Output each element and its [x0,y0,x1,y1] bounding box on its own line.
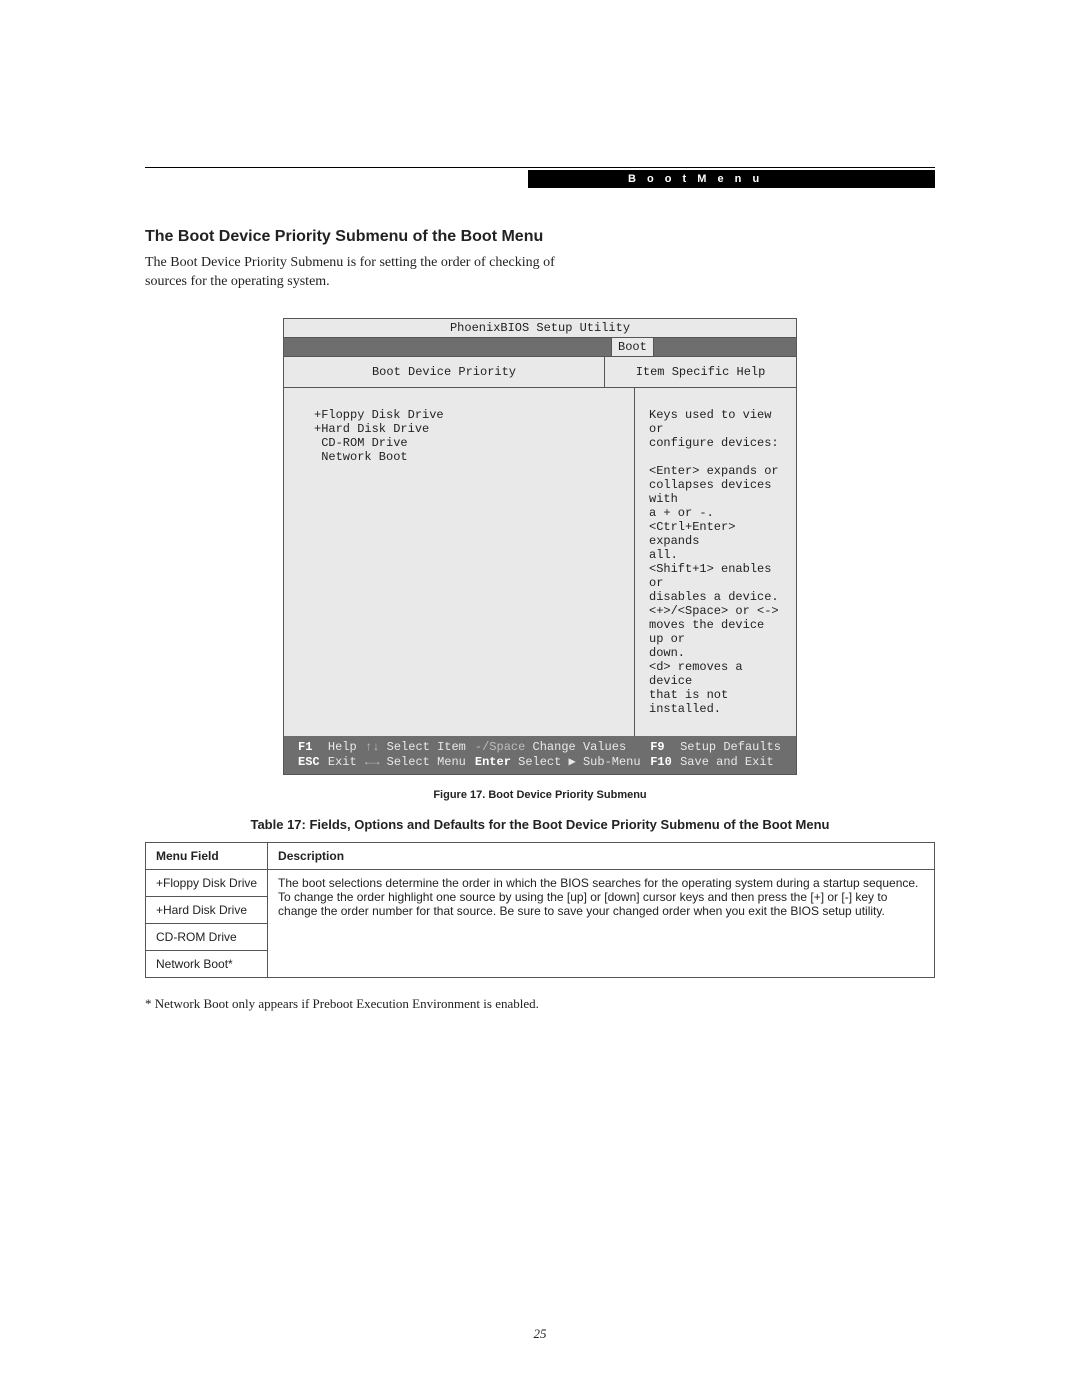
section-intro: The Boot Device Priority Submenu is for … [145,254,565,292]
table-cell-field: +Hard Disk Drive [146,896,268,923]
top-rule [145,167,935,168]
table-cell-field: Network Boot* [146,950,268,977]
figure-caption: Figure 17. Boot Device Priority Submenu [145,789,935,801]
bios-footer-row-2: ESC Exit ←→ Select Menu Enter Select ▶ S… [294,755,786,770]
act-select-menu: Select Menu [387,755,466,769]
bios-body: +Floppy Disk Drive +Hard Disk Drive CD-R… [284,388,796,736]
bios-device-list: +Floppy Disk Drive +Hard Disk Drive CD-R… [284,388,635,736]
bios-col-a-header: Boot Device Priority [284,357,605,387]
key-space: -/Space [475,740,525,754]
key-esc: ESC [298,755,320,769]
content: The Boot Device Priority Submenu of the … [145,228,935,1012]
th-description: Description [268,842,935,869]
bios-title: PhoenixBIOS Setup Utility [284,319,796,338]
act-help: Help [328,740,357,754]
bios-footer-row-1: F1 Help ↑↓ Select Item -/Space Change Va… [294,740,786,755]
bios-help-text: Keys used to view or configure devices: … [635,388,796,736]
bios-tab-boot: Boot [611,337,654,356]
section-title: The Boot Device Priority Submenu of the … [145,228,935,246]
act-exit: Exit [328,755,357,769]
key-leftright: ←→ [365,755,379,769]
page-number: 25 [0,1326,1080,1342]
key-enter: Enter [475,755,511,769]
header-tab-text: B o o t M e n u [628,173,763,185]
key-f9: F9 [650,740,664,754]
th-menu-field: Menu Field [146,842,268,869]
bios-col-b-header: Item Specific Help [605,357,796,387]
bios-figure: PhoenixBIOS Setup Utility Boot Boot Devi… [283,318,797,775]
page: B o o t M e n u The Boot Device Priority… [0,0,1080,1397]
table-head-row: Menu Field Description [146,842,935,869]
header-tab: B o o t M e n u [528,170,935,188]
act-select-sub: Select ▶ Sub-Menu [518,755,640,769]
table-title: Table 17: Fields, Options and Defaults f… [145,817,935,832]
key-f10: F10 [650,755,672,769]
table-cell-desc: The boot selections determine the order … [268,869,935,977]
act-save-exit: Save and Exit [680,755,774,769]
footnote: * Network Boot only appears if Preboot E… [145,996,935,1012]
act-select-item: Select Item [387,740,466,754]
key-f1: F1 [298,740,312,754]
bios-tabbar: Boot [284,338,796,357]
table-cell-field: +Floppy Disk Drive [146,869,268,896]
act-change-values: Change Values [533,740,627,754]
bios-col-headers: Boot Device Priority Item Specific Help [284,357,796,388]
table-row: +Floppy Disk Drive The boot selections d… [146,869,935,896]
fields-table: Menu Field Description +Floppy Disk Driv… [145,842,935,978]
bios-footer: F1 Help ↑↓ Select Item -/Space Change Va… [284,736,796,774]
act-setup-defaults: Setup Defaults [680,740,781,754]
table-cell-field: CD-ROM Drive [146,923,268,950]
key-updown: ↑↓ [365,740,379,754]
